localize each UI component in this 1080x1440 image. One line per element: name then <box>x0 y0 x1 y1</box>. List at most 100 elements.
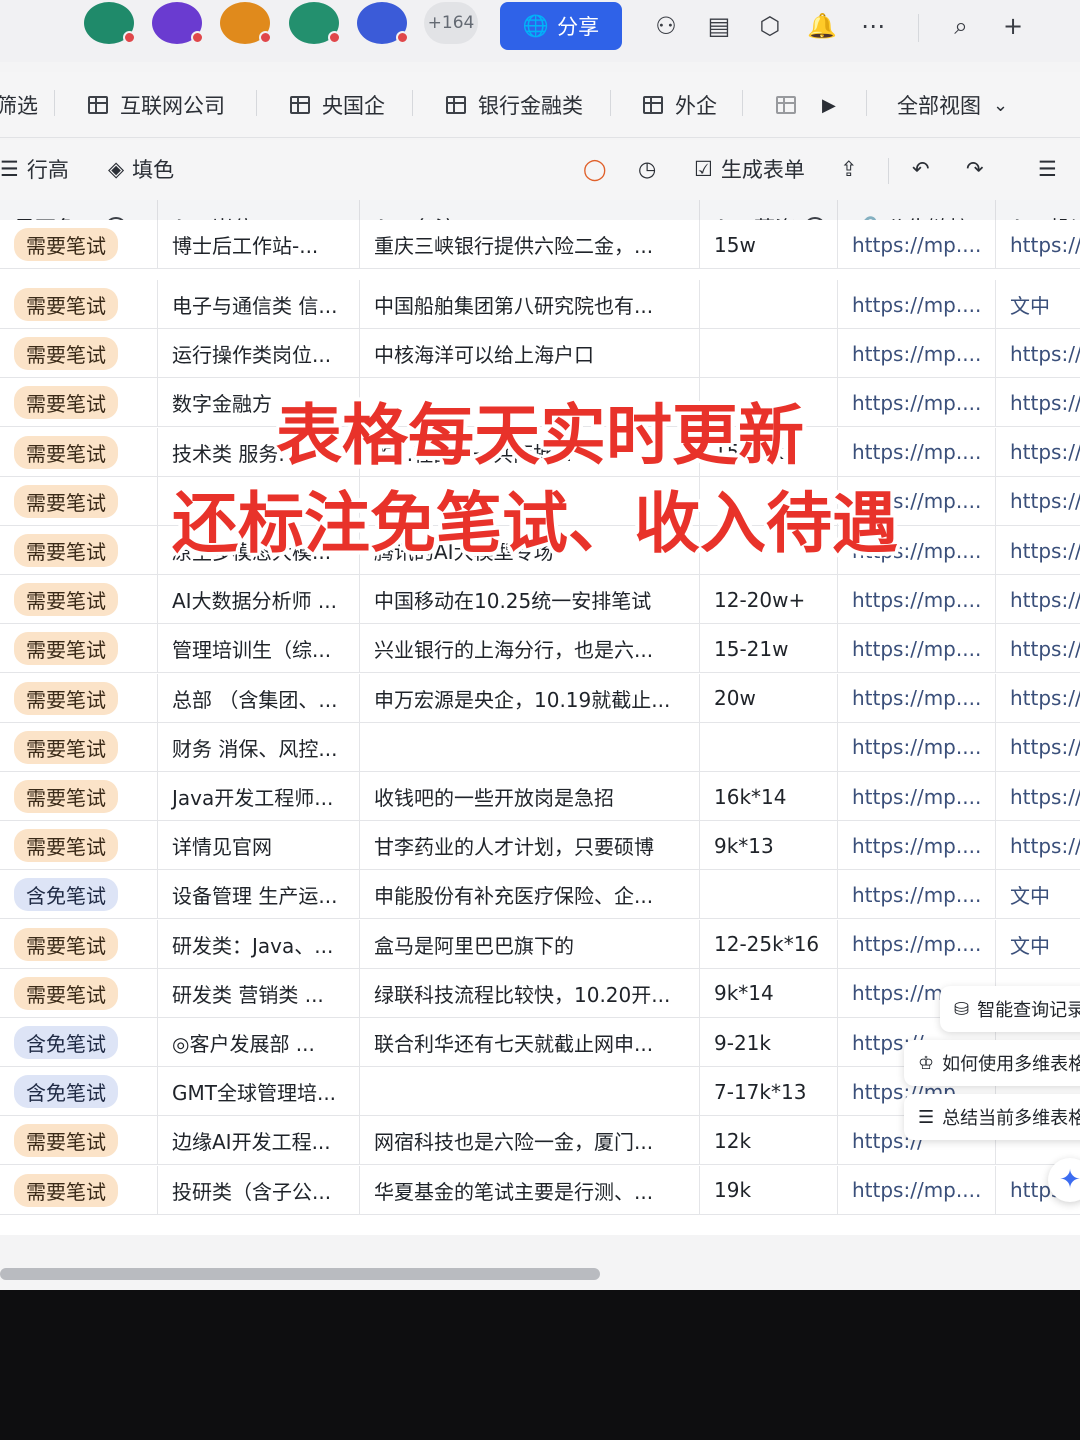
cell-remark[interactable]: 收钱吧的一些开放岗是急招 <box>360 772 700 821</box>
cell-salary[interactable]: 16k*14 <box>700 772 838 821</box>
cell-remark[interactable]: 兴业银行的上海分行，也是六... <box>360 624 700 674</box>
cell-exempt[interactable]: 需要笔试 <box>0 722 158 772</box>
cell-deliver[interactable]: https:// <box>996 575 1080 624</box>
cell-salary[interactable]: 15-21w <box>700 624 838 674</box>
share-view-button[interactable]: ⇪ <box>840 152 858 186</box>
cell-link[interactable]: https://mp.... <box>838 329 996 379</box>
more-collaborators-count[interactable]: +164 <box>424 2 478 44</box>
cell-exempt[interactable]: 需要笔试 <box>0 968 158 1018</box>
table-row[interactable]: 需要笔试 管理培训生（综... 兴业银行的上海分行，也是六... 15-21w http… <box>0 624 1080 674</box>
cell-salary[interactable] <box>700 280 838 329</box>
cell-deliver[interactable]: https:// <box>996 477 1080 526</box>
cell-exempt[interactable]: 含免笔试 <box>0 870 158 920</box>
cell-salary[interactable]: 7-17k*13 <box>700 1067 838 1117</box>
avatar[interactable] <box>220 2 272 44</box>
cell-position[interactable]: 电子与通信类 信... <box>158 280 360 329</box>
table-row[interactable]: 需要笔试 投研类（含子公... 华夏基金的笔试主要是行测、... 19k https:/… <box>0 1165 1080 1215</box>
cell-remark[interactable]: 盒马是阿里巴巴旗下的 <box>360 919 700 969</box>
cell-remark[interactable]: 网宿科技也是六险一金，厦门... <box>360 1116 700 1166</box>
cell-deliver[interactable]: https:// <box>996 772 1080 821</box>
cell-remark[interactable]: 重庆三峡银行提供六险二金，... <box>360 220 700 269</box>
table-row[interactable]: 需要笔试 详情见官网 甘李药业的人才计划，只要硕博 9k*13 https://mp..… <box>0 821 1080 871</box>
cell-position[interactable]: 投研类（含子公... <box>158 1165 360 1215</box>
tab-internet-companies[interactable]: 互联网公司 <box>88 86 225 124</box>
cell-exempt[interactable]: 需要笔试 <box>0 427 158 477</box>
tab-state-owned[interactable]: 央国企 <box>290 86 385 124</box>
cell-position[interactable]: 财务 消保、风控... <box>158 722 360 772</box>
cell-exempt[interactable]: 需要笔试 <box>0 575 158 625</box>
cell-exempt[interactable]: 含免笔试 <box>0 1067 158 1117</box>
cell-exempt[interactable]: 含免笔试 <box>0 1018 158 1067</box>
avatar[interactable] <box>84 2 136 44</box>
cell-exempt[interactable]: 需要笔试 <box>0 1165 158 1215</box>
cell-deliver[interactable]: 文中 <box>996 280 1080 329</box>
table-row[interactable]: 需要笔试 电子与通信类 信... 中国船舶集团第八研究院也有... https://m… <box>0 280 1080 329</box>
search-icon[interactable]: ⌕ <box>945 10 977 42</box>
cell-position[interactable]: AI大数据分析师 ... <box>158 575 360 625</box>
cell-exempt[interactable]: 需要笔试 <box>0 624 158 674</box>
cell-position[interactable]: 运行操作类岗位... <box>158 329 360 379</box>
more-icon[interactable]: ⋯ <box>857 10 889 42</box>
cell-deliver[interactable]: https:// <box>996 220 1080 269</box>
cell-salary[interactable]: 19k <box>700 1165 838 1215</box>
tab-bank-finance[interactable]: 银行金融类 <box>446 86 583 124</box>
undo-button[interactable]: ↶ <box>912 152 930 186</box>
generate-form-button[interactable]: ☑ 生成表单 <box>694 152 805 186</box>
cell-exempt[interactable]: 需要笔试 <box>0 919 158 969</box>
cell-exempt[interactable]: 需要笔试 <box>0 1116 158 1166</box>
cell-salary[interactable]: 12k <box>700 1116 838 1166</box>
cell-link[interactable]: https://mp.... <box>838 722 996 772</box>
cell-link[interactable]: https://mp.... <box>838 1165 996 1215</box>
robot-icon[interactable]: ⚇ <box>650 10 682 42</box>
cell-salary[interactable] <box>700 870 838 920</box>
cell-link[interactable]: https://mp.... <box>838 220 996 269</box>
how-to-use-button[interactable]: ♔ 如何使用多维表格 <box>904 1040 1080 1086</box>
cell-position[interactable]: 详情见官网 <box>158 821 360 871</box>
cell-link[interactable]: https://mp.... <box>838 772 996 821</box>
table-row[interactable]: 需要笔试 AI大数据分析师 ... 中国移动在10.25统一安排笔试 12-20w+ h… <box>0 575 1080 625</box>
cell-position[interactable]: Java开发工程师... <box>158 772 360 821</box>
cell-link[interactable]: https://mp.... <box>838 821 996 871</box>
cell-link[interactable]: https://mp.... <box>838 870 996 920</box>
cell-position[interactable]: ◎客户发展部 ... <box>158 1018 360 1067</box>
cell-position[interactable]: 管理培训生（综... <box>158 624 360 674</box>
smart-query-history-button[interactable]: ⛁ 智能查询记录 <box>940 986 1080 1032</box>
cell-salary[interactable] <box>700 329 838 379</box>
form-icon[interactable]: ▤ <box>703 10 735 42</box>
cell-link[interactable]: https://mp.... <box>838 919 996 969</box>
cell-remark[interactable]: 申能股份有补充医疗保险、企... <box>360 870 700 920</box>
cell-remark[interactable]: 中国移动在10.25统一安排笔试 <box>360 575 700 625</box>
plus-icon[interactable]: + <box>997 10 1029 42</box>
cell-remark[interactable]: 甘李药业的人才计划，只要硕博 <box>360 821 700 871</box>
cell-link[interactable]: https://mp.... <box>838 280 996 329</box>
cell-position[interactable]: 总部 （含集团、... <box>158 673 360 723</box>
redo-button[interactable]: ↷ <box>966 152 984 186</box>
cell-remark[interactable]: 联合利华还有七天就截止网申... <box>360 1018 700 1067</box>
cell-salary[interactable] <box>700 722 838 772</box>
ai-assistant-button[interactable]: ◯ <box>583 152 607 186</box>
search-records-button[interactable]: ☰ <box>1038 152 1057 186</box>
cell-link[interactable]: https://mp.... <box>838 378 996 428</box>
cell-deliver[interactable]: 文中 <box>996 920 1080 969</box>
table-row[interactable]: 含免笔试 设备管理 生产运... 申能股份有补充医疗保险、企... https://m… <box>0 870 1080 920</box>
table-row[interactable]: 需要笔试 Java开发工程师... 收钱吧的一些开放岗是急招 16k*14 https:… <box>0 772 1080 821</box>
tab-filter-partial[interactable]: 筛选 <box>0 86 38 124</box>
table-row[interactable]: 需要笔试 财务 消保、风控... https://mp.... https:// <box>0 722 1080 772</box>
cell-salary[interactable]: 20w <box>700 673 838 723</box>
cell-deliver[interactable]: https:// <box>996 723 1080 772</box>
cell-exempt[interactable]: 需要笔试 <box>0 526 158 575</box>
cell-remark[interactable] <box>360 722 700 772</box>
cell-exempt[interactable]: 需要笔试 <box>0 329 158 379</box>
bell-icon[interactable]: 🔔 <box>806 10 838 42</box>
table-row[interactable]: 需要笔试 运行操作类岗位... 中核海洋可以给上海户口 https://mp.... h… <box>0 329 1080 379</box>
cell-position[interactable]: 边缘AI开发工程... <box>158 1116 360 1166</box>
cell-remark[interactable]: 申万宏源是央企，10.19就截止... <box>360 673 700 723</box>
cell-salary[interactable]: 9-21k <box>700 1018 838 1067</box>
table-row[interactable]: 需要笔试 研发类：Java、... 盒马是阿里巴巴旗下的 12-25k*16 https… <box>0 919 1080 969</box>
cell-link[interactable]: https://mp.... <box>838 575 996 625</box>
cell-salary[interactable]: 12-25k*16 <box>700 919 838 969</box>
cell-exempt[interactable]: 需要笔试 <box>0 821 158 871</box>
cell-link[interactable]: https://mp.... <box>838 673 996 723</box>
cell-exempt[interactable]: 需要笔试 <box>0 772 158 821</box>
cell-remark[interactable]: 中国船舶集团第八研究院也有... <box>360 280 700 329</box>
